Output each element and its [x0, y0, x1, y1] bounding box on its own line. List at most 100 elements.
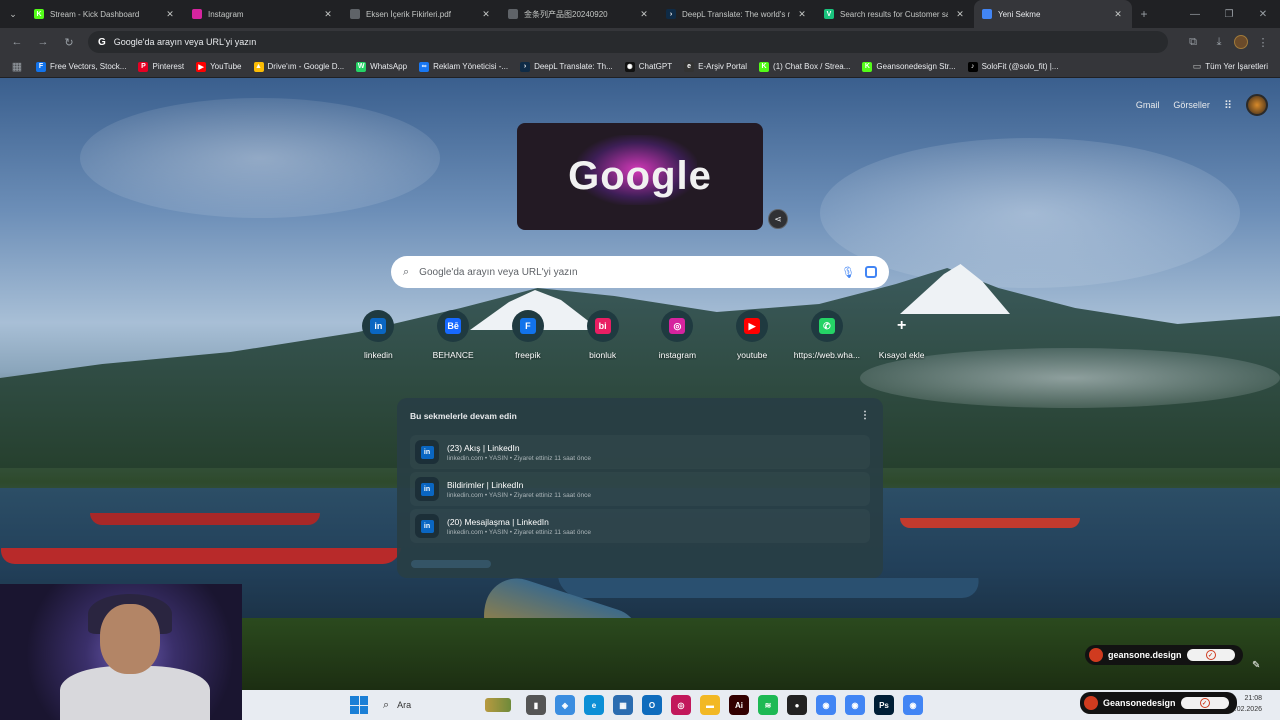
shortcut-label: instagram [658, 350, 697, 360]
close-tab-icon[interactable]: ✕ [796, 9, 808, 20]
bookmark-item[interactable]: ∞ Reklam Yöneticisi -... [413, 57, 514, 77]
continue-tab-item[interactable]: in (23) Akış | LinkedIn linkedin.com • YAS… [410, 435, 870, 469]
continue-card-title: Bu sekmelerle devam edin [410, 410, 517, 421]
taskbar-search[interactable]: ⌕ Ara [377, 695, 517, 715]
gmail-link[interactable]: Gmail [1136, 100, 1160, 110]
bookmark-favicon-icon: W [356, 61, 367, 72]
tab-search-button[interactable]: ⌄ [0, 0, 26, 28]
shortcut-tile[interactable]: bi bionluk [565, 310, 640, 360]
shortcut-tile[interactable]: ▶ youtube [715, 310, 790, 360]
chrome-2-icon[interactable]: ◉ [845, 695, 865, 715]
images-link[interactable]: Görseller [1173, 100, 1210, 110]
add-shortcut-label: Kısayol ekle [878, 350, 925, 360]
shortcut-label: freepik [515, 350, 541, 360]
brand-logo-icon [1089, 648, 1103, 662]
google-lens-icon[interactable] [865, 266, 877, 278]
bookmark-item[interactable]: P Pinterest [132, 57, 190, 77]
app-dark-icon[interactable]: ● [787, 695, 807, 715]
share-icon[interactable]: ⋖ [768, 209, 788, 229]
folder-icon[interactable]: ▬ [700, 695, 720, 715]
tab-strip: ⌄ K Stream - Kick Dashboard ✕ Instagram ✕ Eks… [0, 0, 1280, 28]
bookmark-item[interactable]: e E-Arşiv Portal [678, 57, 753, 77]
outlook-icon[interactable]: O [642, 695, 662, 715]
linkedin-icon: in [370, 318, 387, 334]
bookmark-item[interactable]: W WhatsApp [350, 57, 413, 77]
bookmark-item[interactable]: F Free Vectors, Stock... [30, 57, 132, 77]
menu-kebab-icon[interactable]: ⋮ [1252, 31, 1274, 53]
back-icon[interactable]: ← [6, 31, 28, 53]
spotify-icon[interactable]: ≋ [758, 695, 778, 715]
calculator-icon[interactable]: ▦ [613, 695, 633, 715]
bookmark-item[interactable]: ♪ SoloFit (@solo_fit) |... [962, 57, 1065, 77]
close-window-icon[interactable]: ✕ [1246, 0, 1280, 28]
address-bar[interactable]: G Google'da arayın veya URL'yi yazın [88, 31, 1168, 53]
window-controls: — ❐ ✕ [1178, 0, 1280, 28]
bookmark-list: F Free Vectors, Stock... P Pinterest ▶ YouTub… [30, 57, 1064, 77]
shortcut-tile[interactable]: Ffreepik [491, 310, 566, 360]
edge-icon[interactable]: e [584, 695, 604, 715]
extensions-icon[interactable]: ⧉ [1182, 31, 1204, 53]
shortcut-icon-circle: F [511, 310, 544, 342]
tab-title: Search results for Customer sa [840, 9, 948, 19]
bookmark-item[interactable]: ▶ YouTube [190, 57, 247, 77]
close-tab-icon[interactable]: ✕ [480, 9, 492, 20]
app-pink-icon[interactable]: ◎ [671, 695, 691, 715]
tab[interactable]: Instagram ✕ [184, 0, 342, 28]
restore-icon[interactable]: ❐ [1212, 0, 1246, 28]
more-options-icon[interactable]: ⋮ [860, 410, 870, 421]
search-input[interactable] [419, 266, 832, 278]
shortcut-label: https://web.wha... [793, 350, 860, 360]
tab[interactable]: › DeepL Translate: The world's m ✕ [658, 0, 816, 28]
edit-pencil-icon[interactable]: ✎ [1252, 660, 1260, 671]
search-box[interactable]: ⌕ 🎙 [391, 256, 889, 288]
close-tab-icon[interactable]: ✕ [1112, 9, 1124, 20]
microphone-icon[interactable]: 🎙 [841, 266, 855, 279]
tab[interactable]: K Stream - Kick Dashboard ✕ [26, 0, 184, 28]
follow-pill: ✓ [1180, 697, 1229, 709]
add-shortcut-button[interactable]: + Kısayol ekle [864, 310, 939, 360]
shortcut-tile[interactable]: ◎ instagram [640, 310, 715, 360]
bookmark-item[interactable]: › DeepL Translate: Th... [514, 57, 619, 77]
continue-tab-item[interactable]: in Bildirimler | LinkedIn linkedin.com • Y… [410, 472, 870, 506]
shortcut-tile[interactable]: Bē BEHANCE [416, 310, 491, 360]
account-avatar[interactable] [1246, 94, 1268, 116]
file-explorer-icon[interactable]: ▮ [526, 695, 546, 715]
linkedin-icon: in [420, 445, 434, 459]
bookmark-favicon-icon: › [520, 61, 531, 72]
close-tab-icon[interactable]: ✕ [164, 9, 176, 20]
close-tab-icon[interactable]: ✕ [954, 9, 966, 20]
chrome-icon[interactable]: ◉ [816, 695, 836, 715]
tab[interactable]: Yeni Sekme ✕ [974, 0, 1132, 28]
store-icon[interactable]: ◈ [555, 695, 575, 715]
reload-icon[interactable]: ↻ [58, 31, 80, 53]
shortcut-tile[interactable]: ✆ https://web.wha... [790, 310, 865, 360]
close-tab-icon[interactable]: ✕ [322, 9, 334, 20]
windows-start-icon[interactable] [350, 696, 368, 714]
close-tab-icon[interactable]: ✕ [638, 9, 650, 20]
download-icon[interactable]: ⤓ [1208, 31, 1230, 53]
forward-icon[interactable]: → [32, 31, 54, 53]
tab-list: K Stream - Kick Dashboard ✕ Instagram ✕ Eksen… [26, 0, 1132, 28]
minimize-icon[interactable]: — [1178, 0, 1212, 28]
bookmark-item[interactable]: K Geansonedesign Str... [856, 57, 961, 77]
all-bookmarks-button[interactable]: ▭ Tüm Yer İşaretleri [1187, 57, 1274, 77]
social-handle-badge: geansone.design ✓ [1085, 645, 1243, 665]
google-apps-icon[interactable]: ⠿ [1224, 99, 1232, 112]
photoshop-icon[interactable]: Ps [874, 695, 894, 715]
apps-grid-icon[interactable]: ▦ [6, 56, 28, 78]
bookmark-item[interactable]: ✺ ChatGPT [619, 57, 678, 77]
profile-avatar[interactable] [1234, 35, 1248, 49]
shortcut-label: bionluk [589, 350, 617, 360]
bookmark-favicon-icon: e [684, 61, 695, 72]
tab[interactable]: Eksen İçerik Fikirleri.pdf ✕ [342, 0, 500, 28]
tab[interactable]: 金条列产品图20240920 ✕ [500, 0, 658, 28]
shortcut-tile[interactable]: in linkedin [341, 310, 416, 360]
bookmark-item[interactable]: K (1) Chat Box / Strea... [753, 57, 856, 77]
illustrator-icon[interactable]: Ai [729, 695, 749, 715]
bookmark-item[interactable]: ▲ Drive'ım - Google D... [248, 57, 351, 77]
google-doodle[interactable]: Google [517, 123, 763, 230]
new-tab-button[interactable]: + [1132, 7, 1156, 21]
continue-tab-item[interactable]: in (20) Mesajlaşma | LinkedIn linkedin.com… [410, 509, 870, 543]
tab[interactable]: V Search results for Customer sa ✕ [816, 0, 974, 28]
chrome-3-icon[interactable]: ◉ [903, 695, 923, 715]
